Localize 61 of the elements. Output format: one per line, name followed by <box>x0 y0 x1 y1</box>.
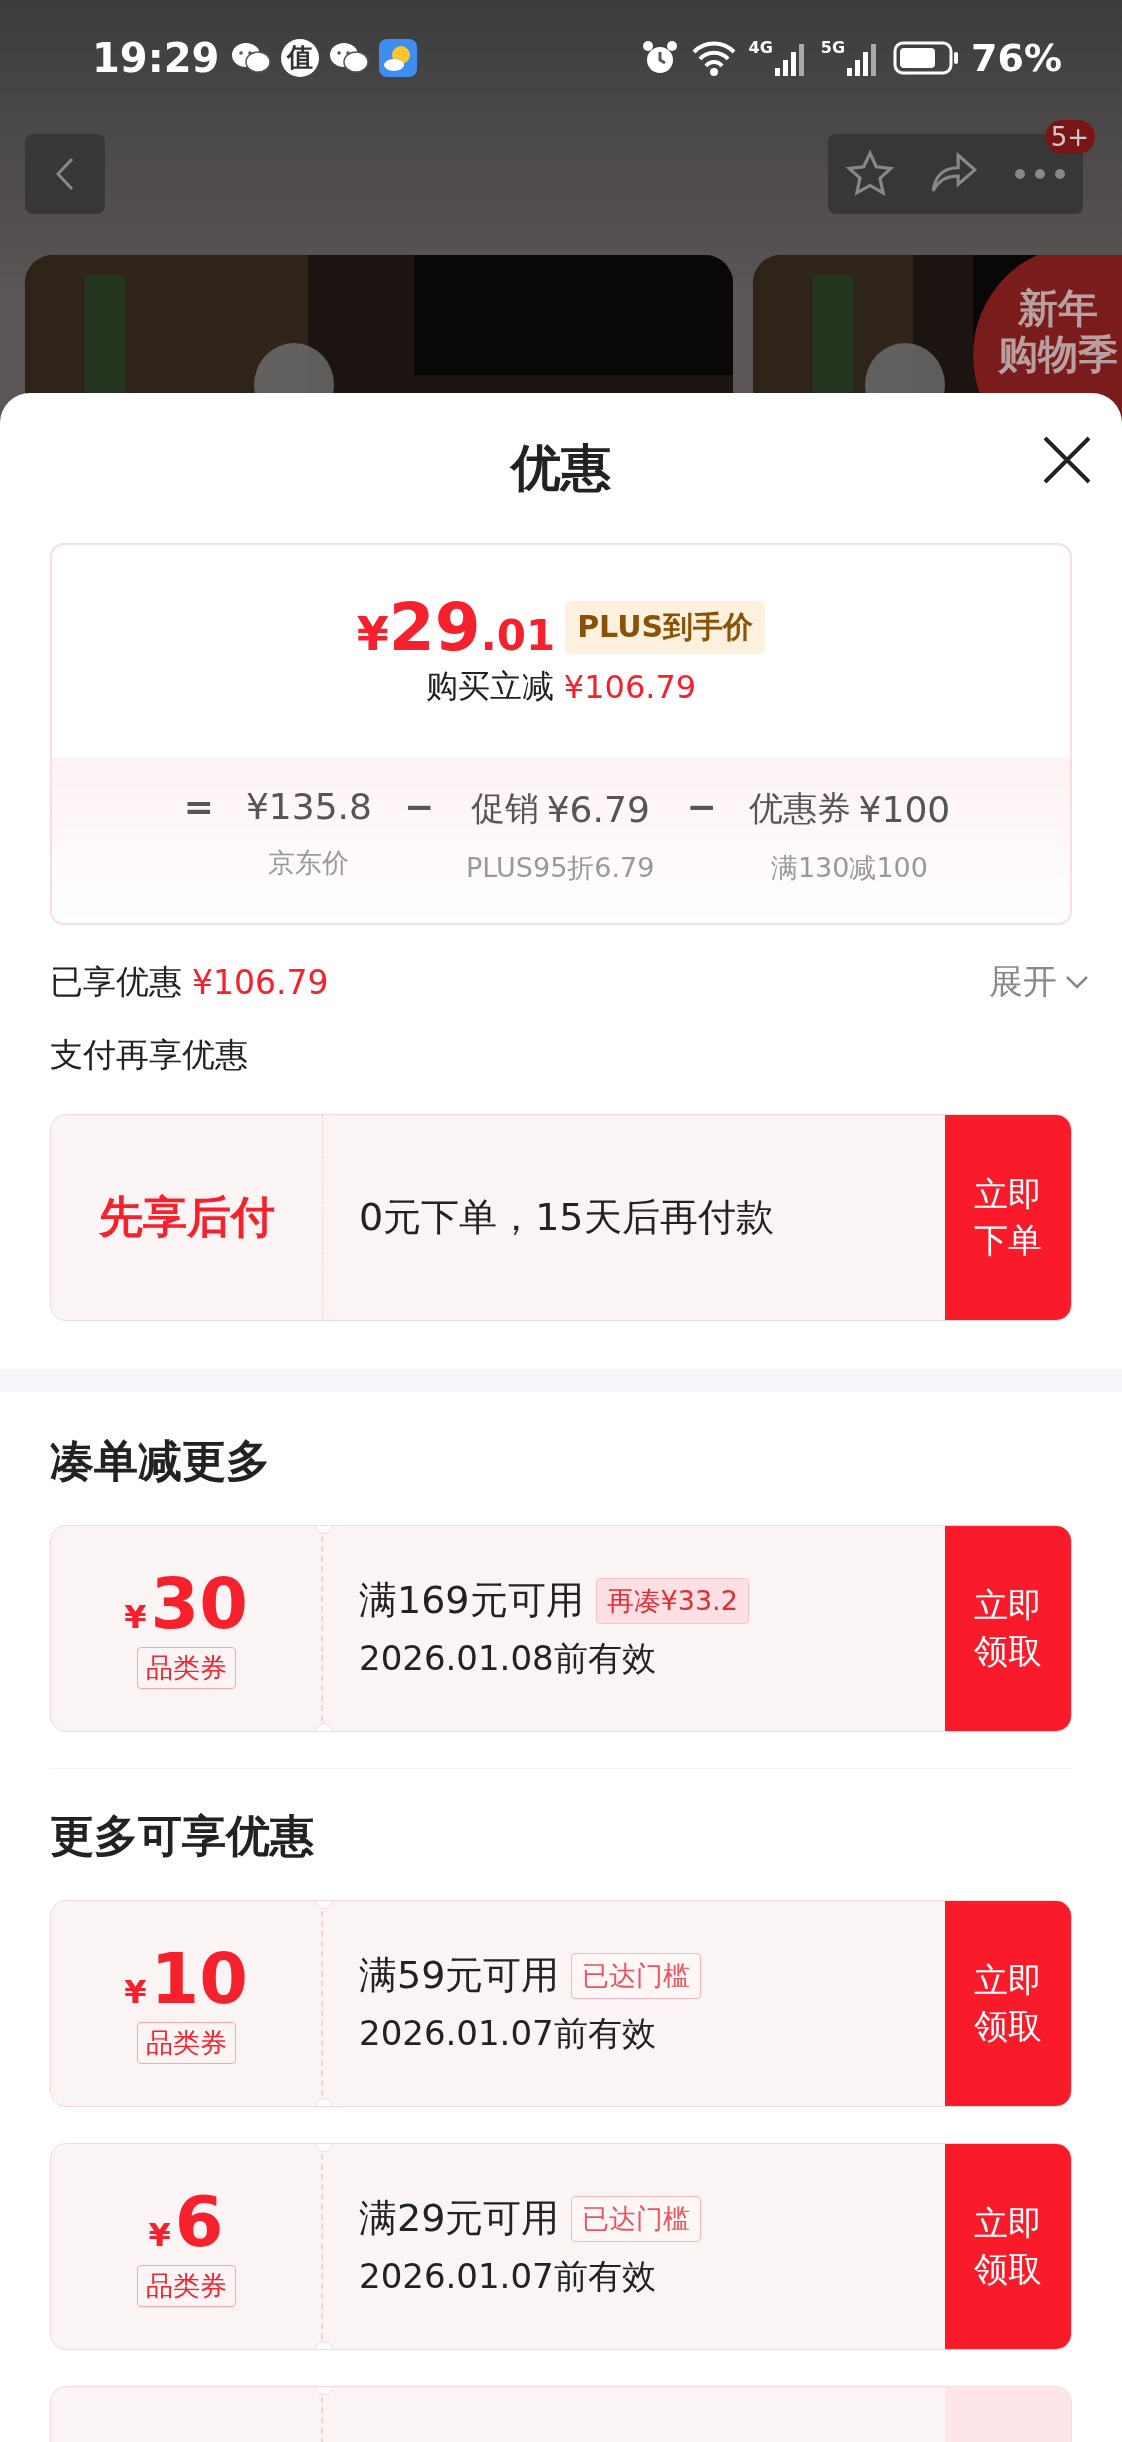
discount-name: 优惠券 <box>748 787 851 830</box>
section-title: 更多可享优惠 <box>50 1810 314 1861</box>
saving-label: 购买立减 <box>425 665 554 707</box>
coupon-amount: ¥30 <box>124 1568 248 1639</box>
sheet-title: 优惠 <box>511 437 611 499</box>
expand-toggle[interactable]: 展开 <box>989 959 1089 1005</box>
discount-amount: ¥6.79 <box>546 788 650 830</box>
pay-later-name: 先享后付 <box>98 1190 275 1244</box>
coupon-expiry: 2026.01.07前有效 <box>359 2012 657 2055</box>
coupon-type-tag: 品类券 <box>136 1646 236 1689</box>
discount-name: 促销 <box>470 787 539 830</box>
coupon-expiry: 2026.01.08前有效 <box>359 1637 657 1680</box>
weather-icon <box>379 38 418 77</box>
network-label: 4G <box>748 39 773 56</box>
coupon-type-tag: 品类券 <box>136 2264 236 2307</box>
wechat-icon <box>231 40 272 75</box>
coupon-amount: ¥6 <box>148 2186 224 2257</box>
claim-button[interactable]: 立即领取 <box>945 1901 1071 2106</box>
section-subtitle: 支付再享优惠 <box>50 1035 248 1074</box>
section-title: 凑单减更多 <box>50 1435 270 1486</box>
promo-text: 购物季 <box>998 331 1118 377</box>
saving-amount: ¥106.79 <box>563 667 697 706</box>
back-icon <box>55 156 75 192</box>
operator-sign: − <box>685 786 718 829</box>
enjoyed-amount: ¥106.79 <box>192 962 329 1002</box>
coupon-condition: 满169元可用 <box>359 1577 584 1624</box>
coupon-type-tag: 品类券 <box>136 2021 236 2064</box>
operator-sign: − <box>402 786 436 829</box>
star-icon[interactable] <box>845 149 896 199</box>
claim-button[interactable]: 立即领取 <box>945 1526 1071 1731</box>
battery-percent: 76% <box>971 35 1062 80</box>
battery-icon <box>893 40 960 75</box>
coupon-status-tag: 已达门槛 <box>571 2195 702 2242</box>
notification-badge: 5+ <box>1044 120 1095 154</box>
clock-time: 19:29 <box>92 34 220 81</box>
wechat-icon <box>329 40 370 75</box>
network-label: 5G <box>820 39 846 56</box>
coupon-status-tag: 已达门槛 <box>571 1952 702 1999</box>
operator-sign: = <box>182 786 215 829</box>
discount-note: PLUS95折6.79 <box>466 851 655 885</box>
promo-text: 新年 <box>1018 285 1098 331</box>
discount-note: 京东价 <box>268 846 350 880</box>
coupon-condition: 满29元可用 <box>359 2195 560 2242</box>
more-icon[interactable] <box>1013 168 1066 180</box>
discount-note: 满130减100 <box>770 851 928 885</box>
claim-button[interactable]: 立即领取 <box>945 2144 1071 2349</box>
final-price: ¥29.01 <box>356 594 556 661</box>
pay-later-description: 0元下单，15天后再付款 <box>359 1194 775 1241</box>
chevron-icon <box>1065 975 1089 989</box>
plus-price-tag: PLUS到手价 <box>565 601 766 654</box>
close-icon <box>1042 435 1092 485</box>
discount-amount: ¥100 <box>858 788 951 830</box>
app-notification-icon: 值 <box>281 38 320 77</box>
close-button[interactable] <box>1042 435 1092 485</box>
coupon-condition: 满59元可用 <box>359 1952 560 1999</box>
coupon-amount: ¥10 <box>124 1943 248 2014</box>
coupon-expiry: 2026.01.07前有效 <box>359 2255 657 2298</box>
discount-amount: ¥135.8 <box>245 786 372 827</box>
enjoyed-label: 已享优惠 <box>50 960 182 1003</box>
order-button[interactable]: 立即下单 <box>945 1115 1071 1320</box>
coupon-status-tag: 再凑¥33.2 <box>595 1577 749 1624</box>
